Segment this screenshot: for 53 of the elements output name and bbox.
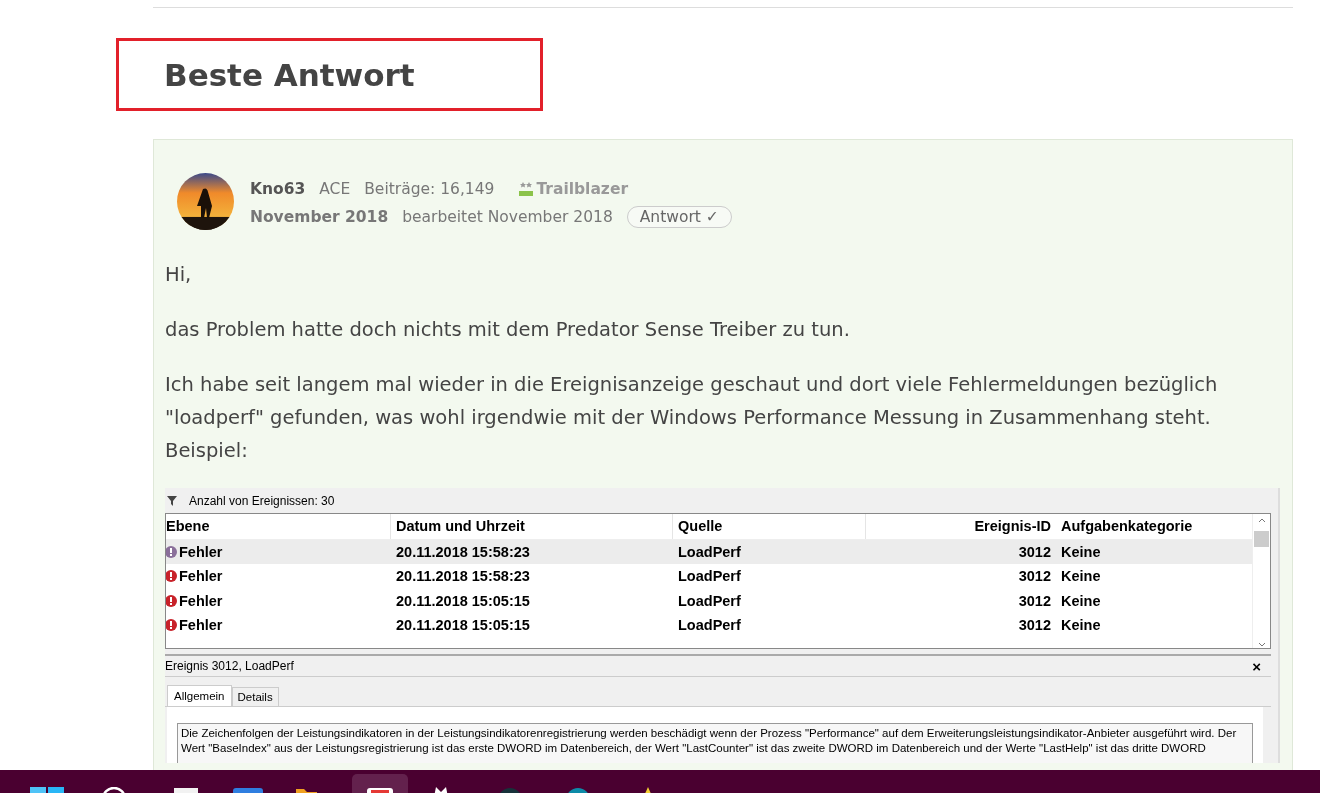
rank-label: ACE: [319, 180, 351, 198]
table-cell-text: 3012: [1017, 592, 1052, 609]
badge-label: Trailblazer: [536, 180, 629, 198]
table-cell-text: 20.11.2018 15:58:23: [395, 543, 531, 560]
table-cell: Fehler: [179, 617, 223, 634]
column-header[interactable]: Ereignis-ID: [866, 514, 1056, 539]
table-cell-text: Keine: [1060, 617, 1102, 634]
award-icon: [518, 181, 535, 197]
event-row[interactable]: Fehler 20.11.2018 15:05:15 LoadPerf 3012 Keine: [166, 588, 1252, 613]
event-row[interactable]: Fehler 20.11.2018 15:05:15 LoadPerf 3012 Keine: [166, 613, 1252, 638]
column-header[interactable]: Datum und Uhrzeit: [391, 514, 673, 539]
table-cell-text: 3012: [1017, 617, 1052, 634]
table-cell: Fehler: [179, 592, 223, 609]
table-cell-text: LoadPerf: [677, 592, 742, 609]
scroll-thumb[interactable]: [1254, 531, 1269, 547]
event-count: Anzahl von Ereignissen: 30: [189, 493, 335, 508]
table-cell-text: 3012: [1017, 568, 1052, 585]
section-heading: Beste Antwort: [164, 56, 415, 93]
avatar[interactable]: [177, 173, 234, 230]
table-cell-text: Keine: [1060, 543, 1102, 560]
scroll-up-icon[interactable]: [1257, 517, 1266, 523]
tab[interactable]: Details: [231, 687, 279, 706]
column-header[interactable]: Aufgabenkategorie: [1056, 514, 1246, 539]
post-date: November 2018: [250, 208, 389, 226]
author-name[interactable]: Kno63: [250, 180, 306, 198]
scroll-down-icon[interactable]: [1257, 642, 1266, 648]
table-cell-text: LoadPerf: [677, 617, 742, 634]
post-count: Beiträge: 16,149: [364, 180, 495, 198]
edited-note: bearbeitet November 2018: [402, 208, 613, 226]
table-cell-text: 20.11.2018 15:58:23: [395, 568, 531, 585]
scrollbar[interactable]: [1252, 514, 1270, 648]
paragraph: Ich habe seit langem mal wieder in die Ereignisanzeige geschaut und dort viele Fehlermeldungen bezüglich "loadperf" gefunden, was wohl irgendwie mit der Windows Performance Messung in Zusammenhang steht. Beispiel:: [165, 372, 1219, 464]
table-cell: Fehler: [179, 543, 223, 560]
paragraph: das Problem hatte doch nichts mit dem Predator Sense Treiber zu tun.: [165, 317, 851, 343]
event-description: Die Zeichenfolgen der Leistungsindikatoren in der Leistungsindikatorenregistrierung werden beschädigt wenn der Prozess "Performance" auf dem Erweiterungsleistungsindikator-Anbieter ausgeführt wird. Der Wert "BaseIndex" aus der Leistungsregistrierung ist das erste DWORD im Datenbereich, der Wert "LastCounter" ist das zweite DWORD im Datenbereich und der Werte "LastHelp" ist das dritte DWORD: [177, 723, 1253, 763]
close-button[interactable]: ×: [1252, 657, 1261, 675]
column-header[interactable]: Quelle: [673, 514, 866, 539]
event-title: Ereignis 3012, LoadPerf: [165, 659, 294, 673]
paragraph: Hi,: [165, 262, 193, 288]
filter-icon: [167, 495, 177, 506]
table-cell-text: 3012: [1017, 543, 1052, 560]
event-row[interactable]: Fehler 20.11.2018 15:58:23 LoadPerf 3012 Keine: [166, 539, 1252, 564]
column-header[interactable]: Ebene: [166, 514, 391, 539]
table-cell: Fehler: [179, 568, 223, 585]
table-cell-text: LoadPerf: [677, 543, 742, 560]
tab[interactable]: Allgemein: [167, 685, 232, 706]
table-cell-text: Keine: [1060, 568, 1102, 585]
table-cell-text: 20.11.2018 15:05:15: [395, 617, 531, 634]
event-row[interactable]: Fehler 20.11.2018 15:58:23 LoadPerf 3012 Keine: [166, 564, 1252, 589]
table-cell-text: LoadPerf: [677, 568, 742, 585]
table-cell-text: 20.11.2018 15:05:15: [395, 592, 531, 609]
table-cell-text: Keine: [1060, 592, 1102, 609]
answer-tag: Antwort ✓: [626, 206, 732, 228]
